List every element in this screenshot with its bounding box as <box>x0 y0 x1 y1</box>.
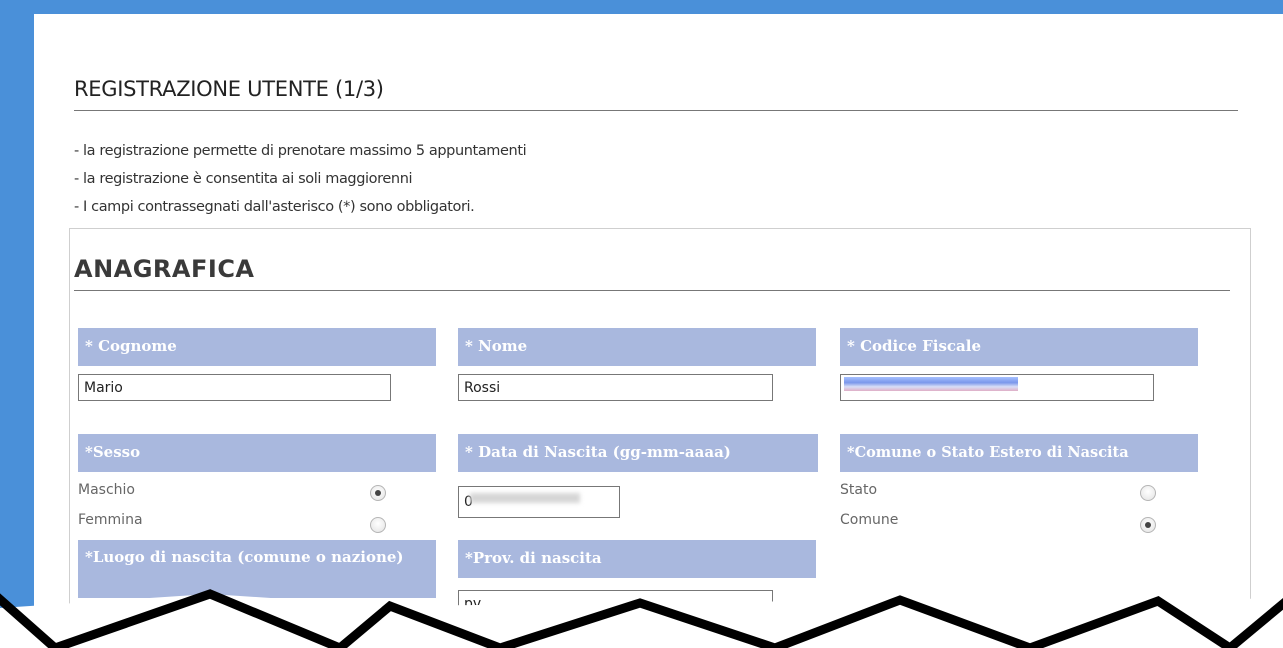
torn-edge-overlay <box>0 589 1283 648</box>
